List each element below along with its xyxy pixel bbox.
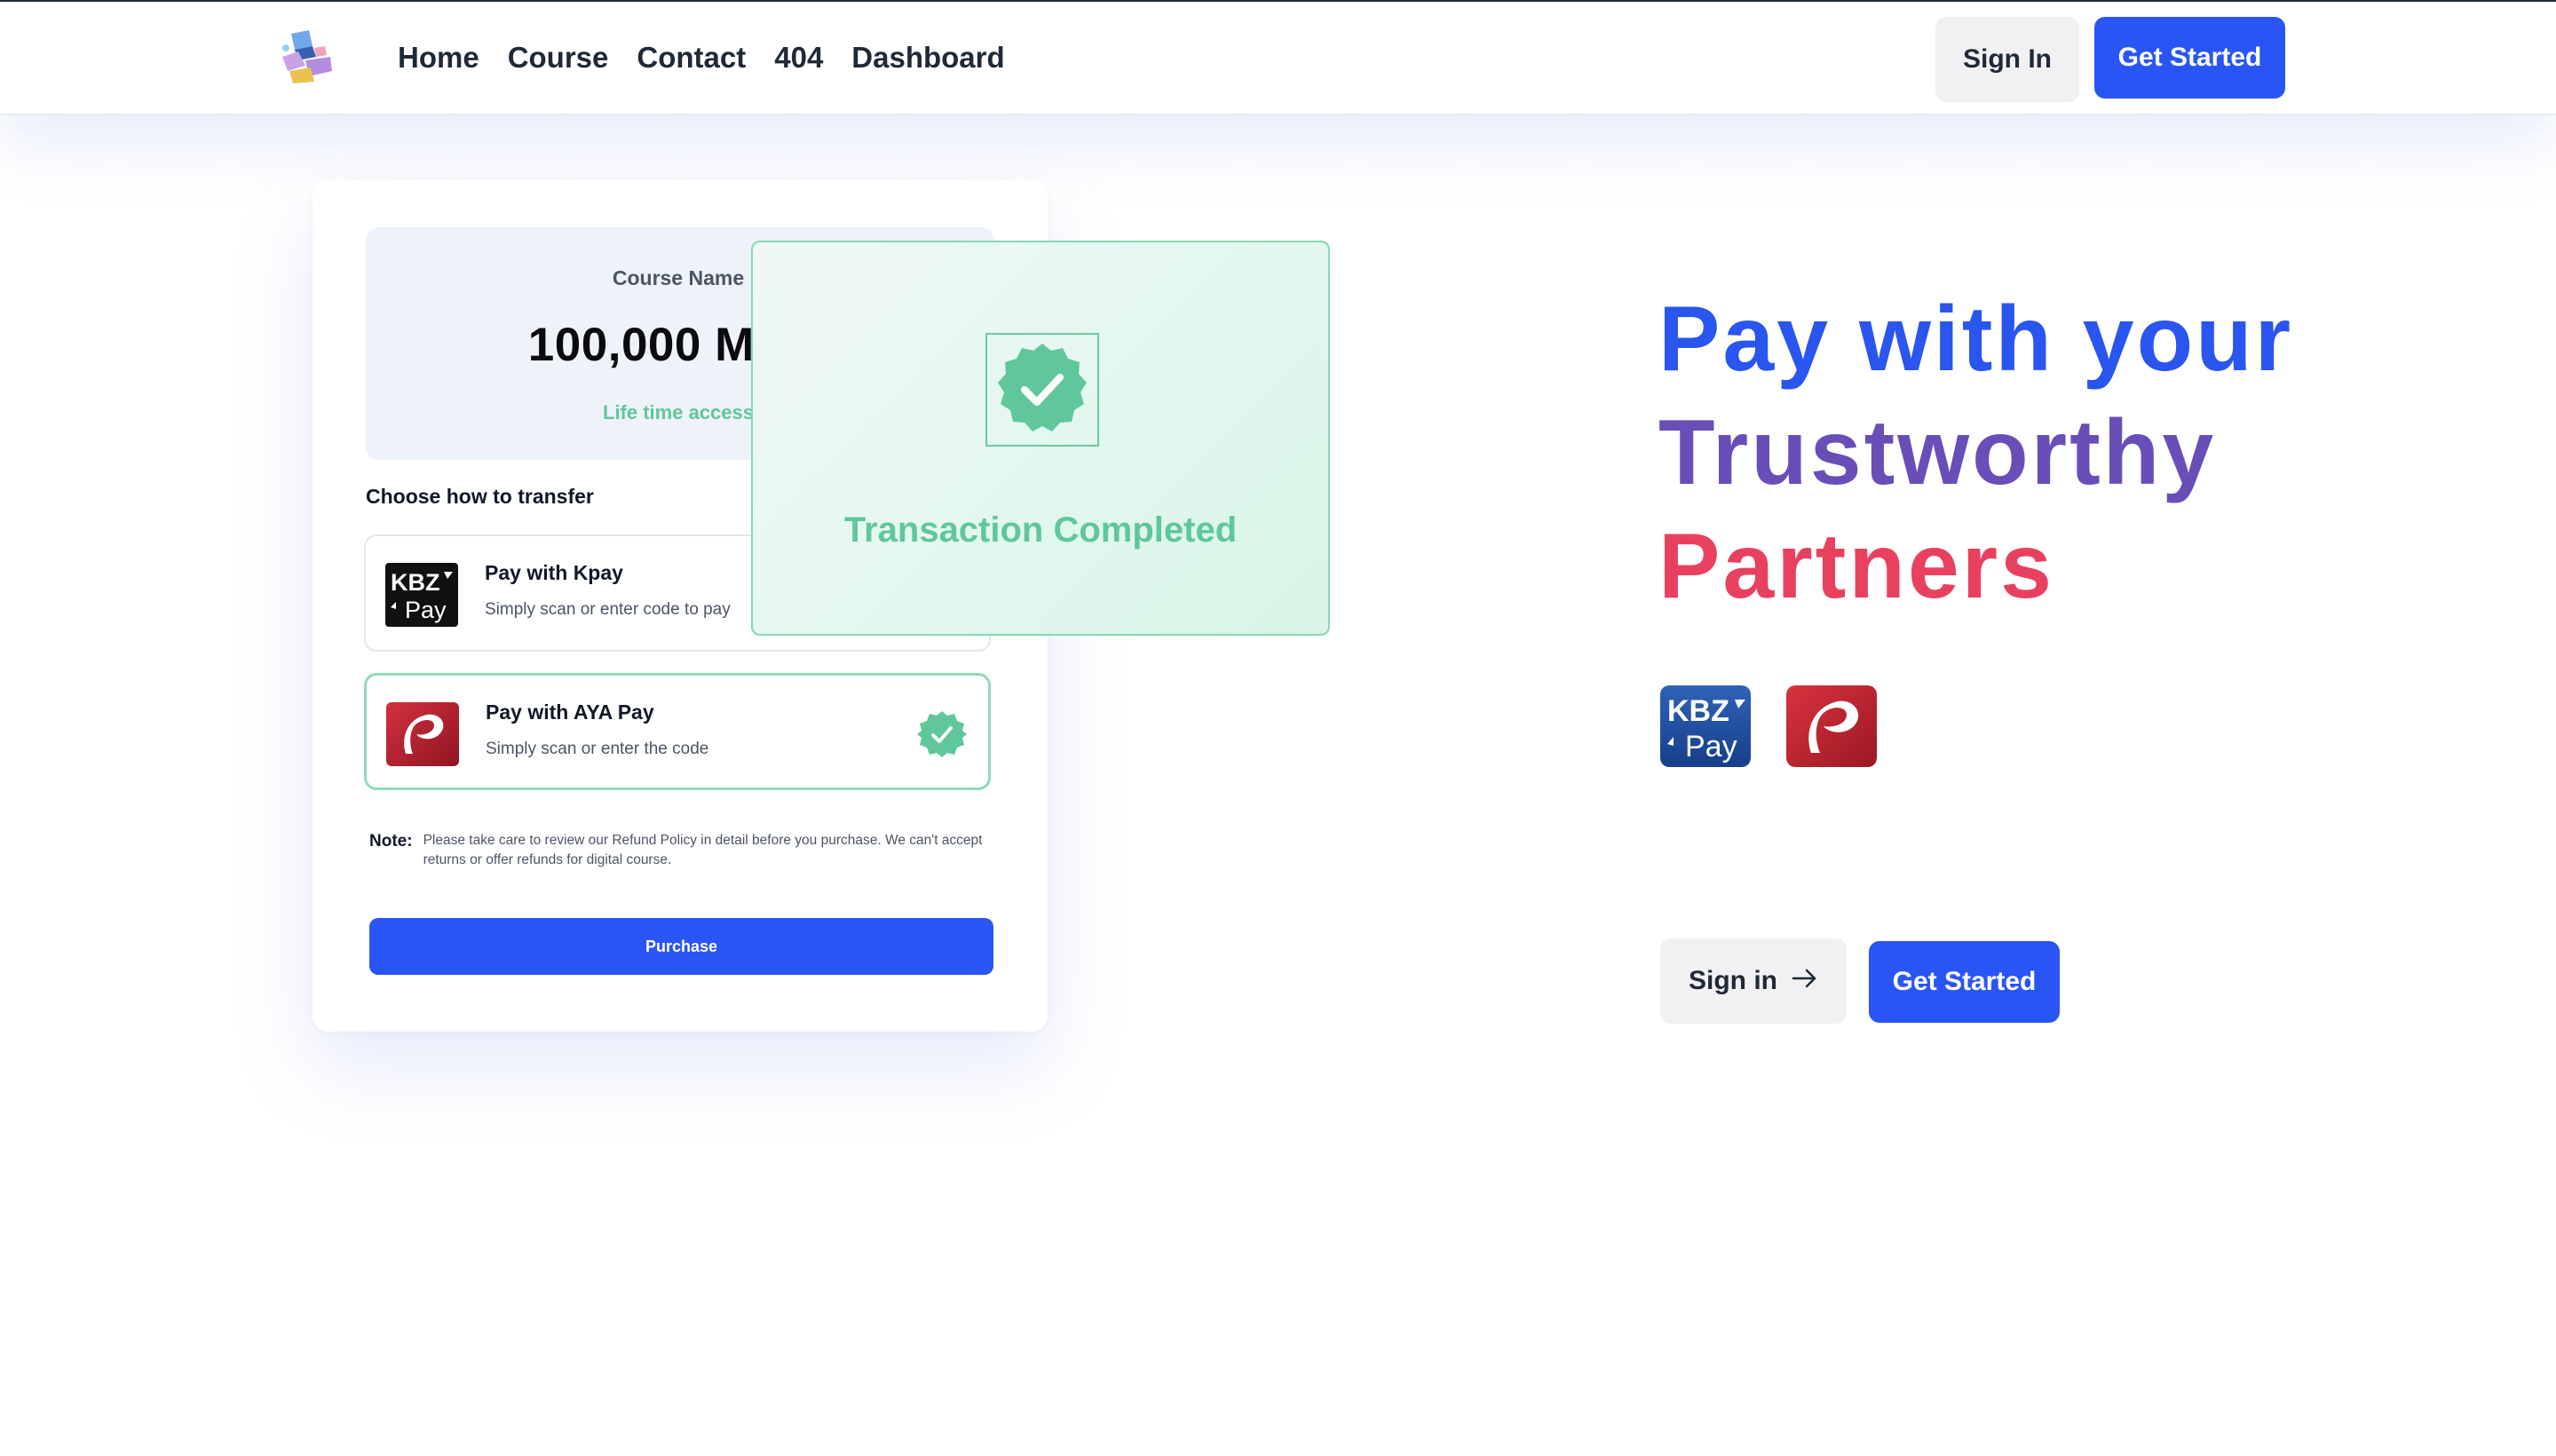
aya-option-title: Pay with AYA Pay [486, 700, 654, 724]
nav-sign-in-button[interactable]: Sign In [1935, 17, 2079, 102]
note-text: Please take care to review our Refund Po… [423, 833, 983, 867]
kbzpay-logo-icon: KBZ Pay [385, 563, 458, 627]
svg-text:Pay: Pay [1685, 730, 1737, 764]
hero-sign-in-button[interactable]: Sign in [1660, 938, 1847, 1024]
hero-get-started-button[interactable]: Get Started [1869, 941, 2060, 1023]
check-badge-icon [985, 333, 1099, 447]
selected-check-icon [917, 709, 967, 759]
hero-line-1: Pay with your [1658, 288, 2294, 391]
refund-note: Note: Please take care to review our Ref… [369, 831, 1009, 870]
transaction-completed-card: Transaction Completed [751, 241, 1330, 636]
kpay-option-desc: Simply scan or enter code to pay [485, 600, 731, 619]
note-label: Note: [369, 832, 413, 851]
arrow-right-icon [1792, 966, 1818, 996]
partner-logos: KBZ Pay [1660, 685, 1877, 767]
site-logo-icon[interactable] [279, 30, 336, 83]
nav-link-course[interactable]: Course [508, 37, 609, 78]
svg-text:Pay: Pay [405, 597, 447, 623]
nav-link-contact[interactable]: Contact [637, 37, 746, 78]
aya-option-desc: Simply scan or enter the code [486, 740, 709, 758]
payment-option-aya[interactable]: Pay with AYA Pay Simply scan or enter th… [364, 673, 991, 790]
kpay-option-title: Pay with Kpay [485, 561, 623, 584]
ayapay-partner-logo-icon [1786, 685, 1877, 767]
choose-transfer-label: Choose how to transfer [366, 485, 594, 508]
hero-line-3: Partners [1658, 515, 2054, 618]
nav-link-404[interactable]: 404 [774, 37, 823, 78]
svg-text:KBZ: KBZ [391, 569, 440, 596]
hero-line-2: Trustworthy [1658, 401, 2217, 504]
nav-get-started-button[interactable]: Get Started [2094, 17, 2285, 99]
main-nav: Home Course Contact 404 Dashboard [398, 37, 1005, 78]
hero-sign-in-label: Sign in [1689, 966, 1777, 995]
ayapay-logo-icon [386, 702, 459, 766]
nav-link-home[interactable]: Home [398, 37, 479, 78]
purchase-button[interactable]: Purchase [369, 918, 993, 975]
hero-heading: Pay with your Trustworthy Partners [1658, 282, 2293, 623]
navbar: Home Course Contact 404 Dashboard Sign I… [0, 2, 2556, 115]
svg-text:KBZ: KBZ [1667, 694, 1729, 728]
nav-link-dashboard[interactable]: Dashboard [851, 37, 1004, 78]
transaction-completed-label: Transaction Completed [843, 510, 1238, 550]
kbzpay-partner-logo-icon: KBZ Pay [1660, 685, 1751, 767]
